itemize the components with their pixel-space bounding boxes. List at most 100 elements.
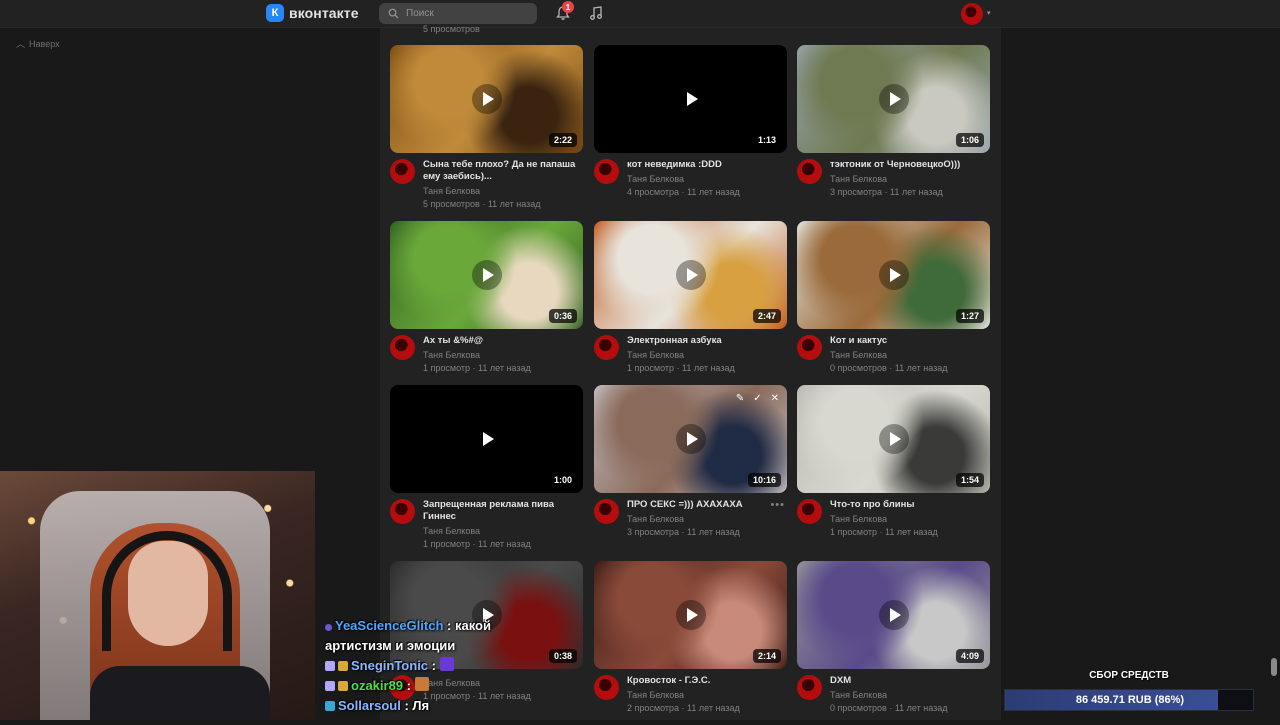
video-age: 11 лет назад: [894, 363, 948, 373]
video-card[interactable]: 1:54 Что-то про блины Таня Белкова 1 просмо…: [797, 385, 990, 549]
video-title[interactable]: DXM: [830, 675, 990, 687]
video-card[interactable]: 2:22 Сына тебе плохо? Да не папаша ему за…: [390, 45, 583, 209]
video-title[interactable]: Электронная азбука: [627, 335, 787, 347]
video-thumbnail[interactable]: 4:09: [797, 561, 990, 669]
video-thumbnail[interactable]: 1:06: [797, 45, 990, 153]
video-card[interactable]: ✎ ✓ ✕ 10:16 ПРО СЕКС =))) АХАХАХА Таня Белков…: [594, 385, 787, 549]
video-card[interactable]: 1:13 кот неведимка :DDD Таня Белкова 4 прос…: [594, 45, 787, 209]
user-badge-icon: [325, 624, 332, 631]
video-title[interactable]: тэктоник от ЧерновецкоО))): [830, 159, 990, 171]
donation-title: СБОР СРЕДСТВ: [1089, 670, 1169, 681]
owner-avatar[interactable]: [390, 159, 415, 184]
video-owner[interactable]: Таня Белкова: [830, 350, 990, 360]
play-icon[interactable]: [675, 84, 706, 114]
video-thumbnail[interactable]: 1:27: [797, 221, 990, 329]
owner-avatar[interactable]: [594, 675, 619, 700]
play-icon[interactable]: [471, 424, 502, 454]
owner-avatar[interactable]: [594, 499, 619, 524]
search-input[interactable]: [406, 8, 526, 19]
more-options-icon[interactable]: •••: [770, 499, 785, 511]
play-icon[interactable]: [878, 424, 909, 454]
video-thumbnail[interactable]: 2:47: [594, 221, 787, 329]
video-meta: Запрещенная реклама пива Гиннес Таня Белк…: [390, 499, 583, 549]
owner-avatar[interactable]: [390, 335, 415, 360]
chat-username: Sollarsoul: [338, 698, 401, 713]
video-owner[interactable]: Таня Белкова: [830, 174, 990, 184]
user-avatar[interactable]: [961, 3, 983, 25]
video-thumbnail[interactable]: 2:22: [390, 45, 583, 153]
user-badge-icon: [325, 701, 335, 711]
video-age: 11 лет назад: [687, 527, 740, 537]
video-title[interactable]: Кот и кактус: [830, 335, 990, 347]
owner-avatar[interactable]: [390, 499, 415, 524]
video-owner[interactable]: Таня Белкова: [423, 186, 583, 196]
video-thumbnail[interactable]: ✎ ✓ ✕ 10:16: [594, 385, 787, 493]
video-owner[interactable]: Таня Белкова: [627, 514, 787, 524]
close-icon[interactable]: ✕: [771, 393, 779, 404]
video-card[interactable]: 0:36 Ах ты &%#@ Таня Белкова 1 просмотр · 1…: [390, 221, 583, 385]
notification-badge: 1: [562, 1, 574, 13]
video-title[interactable]: кот неведимка :DDD: [627, 159, 787, 171]
video-thumbnail[interactable]: 1:54: [797, 385, 990, 493]
video-owner[interactable]: Таня Белкова: [627, 350, 787, 360]
video-thumbnail[interactable]: 0:36: [390, 221, 583, 329]
video-views: 0 просмотров: [830, 363, 887, 373]
owner-avatar[interactable]: [594, 159, 619, 184]
owner-avatar[interactable]: [797, 159, 822, 184]
search-box[interactable]: [379, 3, 537, 24]
chat-username: SneginTonic: [351, 658, 429, 673]
play-icon[interactable]: [675, 260, 706, 290]
top-navigation-bar: К вконтакте 1 ▾: [0, 0, 1280, 28]
owner-avatar[interactable]: [797, 499, 822, 524]
user-badge-icon: [325, 681, 335, 691]
video-card[interactable]: 2:14 Кровосток - Г.Э.С. Таня Белкова 2 прос…: [594, 561, 787, 725]
video-views: 1 просмотр: [627, 363, 675, 373]
check-icon[interactable]: ✓: [753, 393, 761, 404]
video-thumbnail[interactable]: 1:13: [594, 45, 787, 153]
play-icon[interactable]: [878, 84, 909, 114]
play-icon[interactable]: [878, 260, 909, 290]
video-title[interactable]: Ах ты &%#@: [423, 335, 583, 347]
video-owner[interactable]: Таня Белкова: [830, 514, 990, 524]
chat-username: YeaScienceGlitch: [335, 618, 444, 633]
video-card[interactable]: 1:00 Запрещенная реклама пива Гиннес Таня …: [390, 385, 583, 549]
music-icon[interactable]: [588, 5, 604, 21]
video-owner[interactable]: Таня Белкова: [423, 526, 583, 536]
video-duration: 1:27: [955, 309, 984, 323]
video-age: 11 лет назад: [478, 539, 531, 549]
play-icon[interactable]: [675, 600, 706, 630]
video-title[interactable]: Что-то про блины: [830, 499, 990, 511]
video-title[interactable]: Запрещенная реклама пива Гиннес: [423, 499, 583, 523]
play-icon[interactable]: [471, 260, 502, 290]
video-owner[interactable]: Таня Белкова: [423, 350, 583, 360]
video-card[interactable]: 1:27 Кот и кактус Таня Белкова 0 просмотров…: [797, 221, 990, 385]
video-title[interactable]: Сына тебе плохо? Да не папаша ему заебис…: [423, 159, 583, 183]
video-owner[interactable]: Таня Белкова: [830, 690, 990, 700]
video-stats: 1 просмотр · 11 лет назад: [423, 363, 531, 373]
video-meta: тэктоник от ЧерновецкоО))) Таня Белкова 3 …: [797, 159, 990, 209]
owner-avatar[interactable]: [594, 335, 619, 360]
video-card[interactable]: 1:06 тэктоник от ЧерновецкоО))) Таня Белко…: [797, 45, 990, 209]
page-scrollbar[interactable]: [1271, 658, 1277, 676]
video-thumbnail[interactable]: 2:14: [594, 561, 787, 669]
video-stats: 0 просмотров · 11 лет назад: [830, 703, 948, 713]
video-title[interactable]: ПРО СЕКС =))) АХАХАХА: [627, 499, 787, 511]
video-owner[interactable]: Таня Белкова: [627, 174, 787, 184]
video-thumbnail[interactable]: 1:00: [390, 385, 583, 493]
video-card[interactable]: 4:09 DXM Таня Белкова 0 просмотров · 11 лет…: [797, 561, 990, 725]
play-icon[interactable]: [878, 600, 909, 630]
vk-logo[interactable]: К вконтакте: [266, 4, 359, 22]
video-card[interactable]: 2:47 Электронная азбука Таня Белкова 1 прос…: [594, 221, 787, 385]
owner-avatar[interactable]: [797, 335, 822, 360]
video-owner[interactable]: Таня Белкова: [627, 690, 787, 700]
play-icon[interactable]: [471, 84, 502, 114]
chevron-down-icon[interactable]: ▾: [987, 9, 991, 17]
play-icon[interactable]: [675, 424, 706, 454]
back-to-top-link[interactable]: ︿ Наверх: [16, 37, 60, 50]
video-views: 0 просмотров: [830, 703, 887, 713]
edit-icon[interactable]: ✎: [736, 393, 744, 404]
video-duration: 0:38: [548, 649, 577, 663]
logo-text: вконтакте: [289, 5, 359, 21]
video-title[interactable]: Кровосток - Г.Э.С.: [627, 675, 787, 687]
owner-avatar[interactable]: [797, 675, 822, 700]
